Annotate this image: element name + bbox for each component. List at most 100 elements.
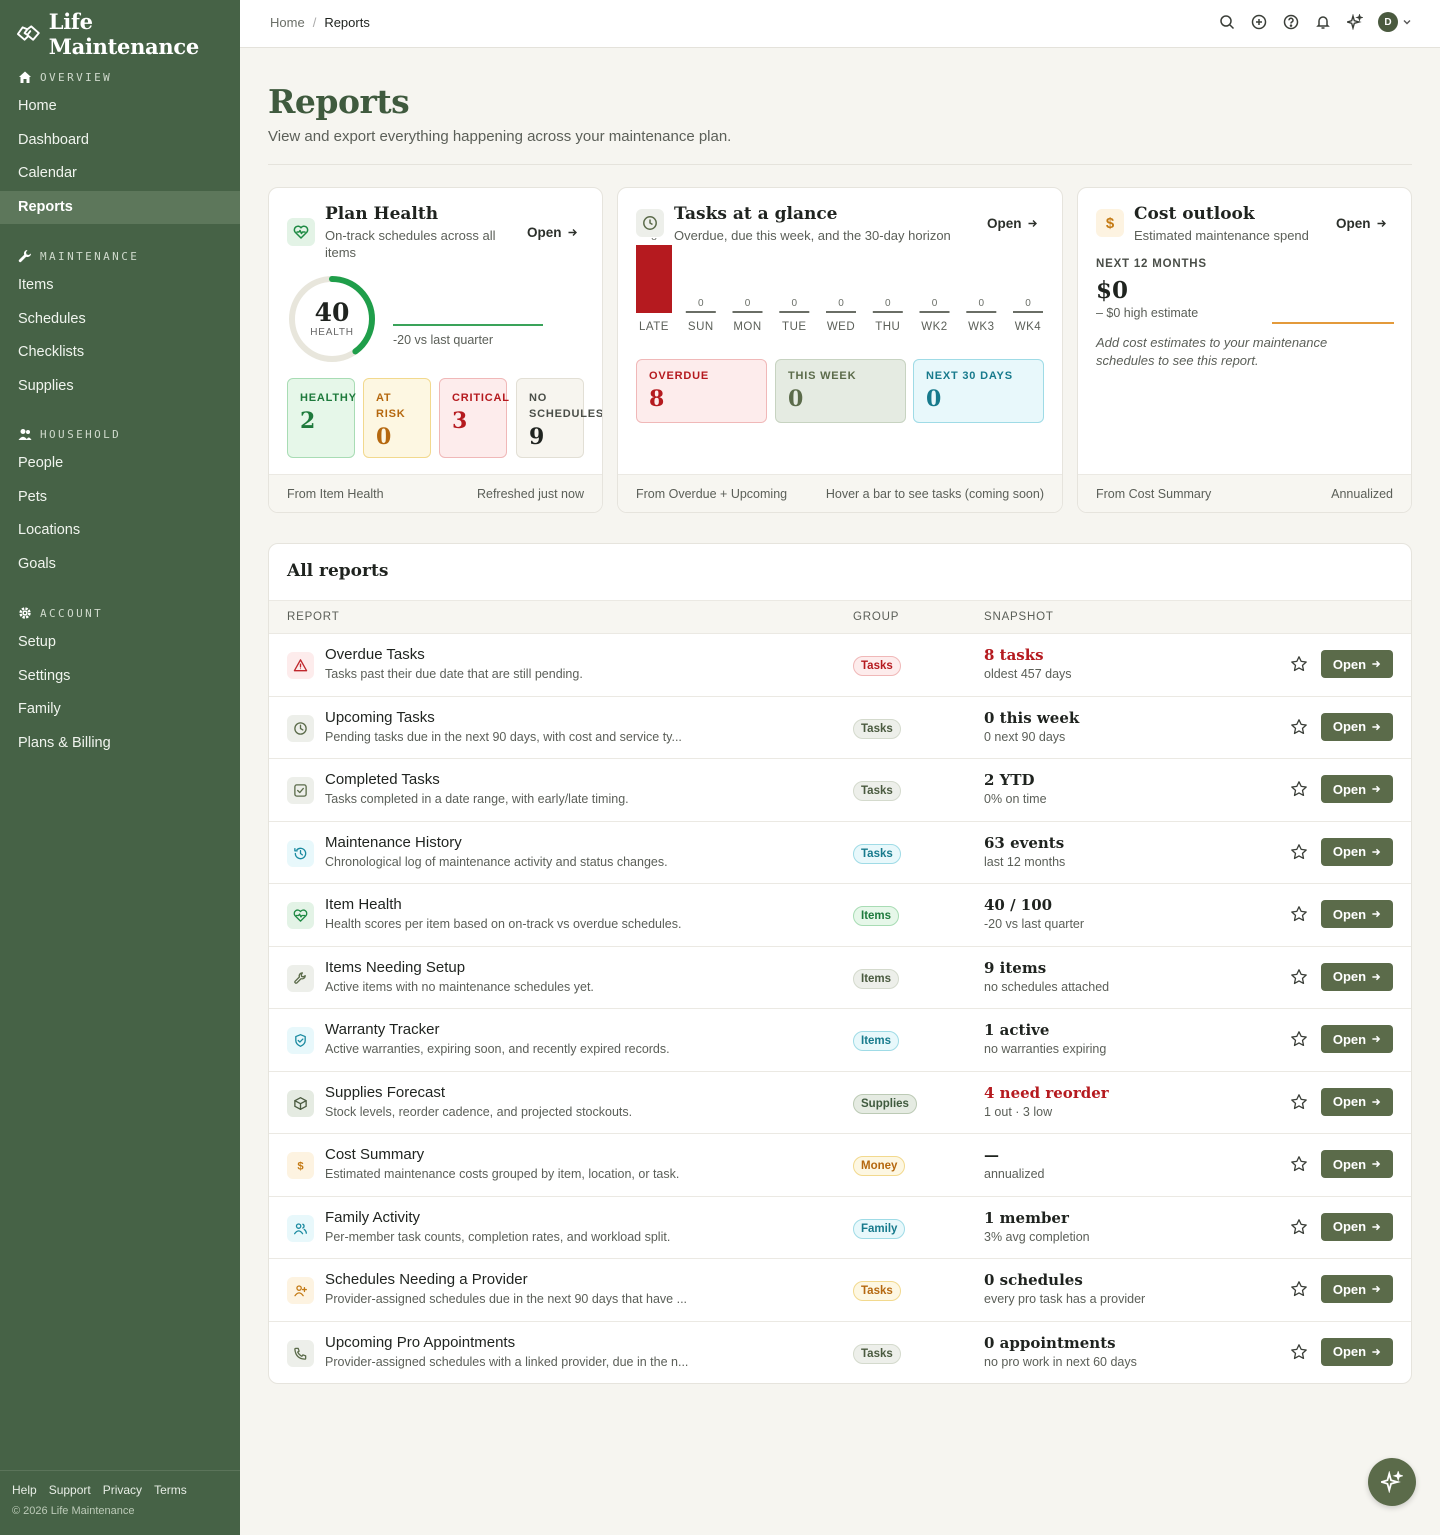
bar-wk2[interactable]: [919, 311, 950, 313]
table-row[interactable]: Overdue Tasks Tasks past their due date t…: [269, 634, 1411, 697]
favorite-star-icon[interactable]: [1290, 1280, 1308, 1298]
report-name[interactable]: Family Activity: [325, 1209, 420, 1226]
open-report-warranty-tracker-button[interactable]: Open: [1321, 1025, 1393, 1053]
favorite-star-icon[interactable]: [1290, 780, 1308, 798]
favorite-star-icon[interactable]: [1290, 843, 1308, 861]
bar-wk4[interactable]: [1013, 311, 1043, 313]
sidebar-item-goals[interactable]: Goals: [0, 548, 240, 582]
bar-tue[interactable]: [779, 311, 810, 313]
sidebar-item-calendar[interactable]: Calendar: [0, 157, 240, 191]
help-link[interactable]: Help: [12, 1483, 37, 1497]
user-menu[interactable]: D: [1378, 12, 1412, 32]
favorite-star-icon[interactable]: [1290, 718, 1308, 736]
table-row[interactable]: Warranty Tracker Active warranties, expir…: [269, 1009, 1411, 1072]
report-name[interactable]: Overdue Tasks: [325, 646, 425, 663]
table-row[interactable]: Maintenance History Chronological log of …: [269, 822, 1411, 884]
terms-link[interactable]: Terms: [154, 1483, 187, 1497]
sidebar-item-plans-billing[interactable]: Plans & Billing: [0, 727, 240, 761]
add-icon[interactable]: [1250, 13, 1268, 31]
privacy-link[interactable]: Privacy: [103, 1483, 142, 1497]
sidebar-item-supplies[interactable]: Supplies: [0, 370, 240, 404]
cost-outlook-open-button[interactable]: Open: [1336, 216, 1387, 231]
report-name[interactable]: Maintenance History: [325, 834, 462, 851]
table-row[interactable]: Completed Tasks Tasks completed in a date…: [269, 759, 1411, 822]
stat-no-schedules[interactable]: NO SCHEDULES 9: [516, 378, 602, 458]
bar-thu[interactable]: [872, 311, 903, 313]
report-name[interactable]: Items Needing Setup: [325, 959, 465, 976]
sidebar-item-items[interactable]: Items: [0, 269, 240, 303]
stat-at-risk[interactable]: AT RISK 0: [363, 378, 431, 458]
table-row[interactable]: Family Activity Per-member task counts, c…: [269, 1197, 1411, 1259]
report-name[interactable]: Upcoming Pro Appointments: [325, 1334, 515, 1351]
bucket-overdue[interactable]: OVERDUE 8: [636, 359, 767, 423]
sidebar-item-people[interactable]: People: [0, 447, 240, 481]
sidebar-item-settings[interactable]: Settings: [0, 660, 240, 694]
table-row[interactable]: Supplies Forecast Stock levels, reorder c…: [269, 1072, 1411, 1134]
open-report-item-health-button[interactable]: Open: [1321, 900, 1393, 928]
cost-note: Add cost estimates to your maintenance s…: [1096, 335, 1328, 368]
favorite-star-icon[interactable]: [1290, 968, 1308, 986]
brand[interactable]: Life Maintenance: [16, 9, 240, 59]
table-row[interactable]: $ Cost Summary Estimated maintenance costs…: [269, 1134, 1411, 1197]
bell-icon[interactable]: [1314, 13, 1332, 31]
bar-category-label: MON: [733, 321, 761, 333]
support-link[interactable]: Support: [49, 1483, 91, 1497]
sidebar-item-checklists[interactable]: Checklists: [0, 336, 240, 370]
report-name[interactable]: Upcoming Tasks: [325, 709, 435, 726]
open-report-supplies-forecast-button[interactable]: Open: [1321, 1087, 1393, 1116]
table-row[interactable]: Upcoming Tasks Pending tasks due in the n…: [269, 697, 1411, 759]
bar-mon[interactable]: [732, 311, 763, 313]
sidebar-item-locations[interactable]: Locations: [0, 514, 240, 548]
bar-wed[interactable]: [826, 311, 856, 313]
alert-icon: [287, 652, 314, 679]
help-icon[interactable]: [1282, 13, 1300, 31]
report-name[interactable]: Item Health: [325, 896, 402, 913]
sidebar-item-reports[interactable]: Reports: [0, 190, 240, 224]
report-name[interactable]: Completed Tasks: [325, 771, 440, 788]
open-report-overdue-tasks-button[interactable]: Open: [1321, 650, 1393, 678]
sidebar-item-setup[interactable]: Setup: [0, 626, 240, 660]
search-icon[interactable]: [1218, 13, 1236, 31]
open-report-family-activity-button[interactable]: Open: [1321, 1212, 1393, 1241]
report-name[interactable]: Supplies Forecast: [325, 1084, 445, 1101]
bar-wk3[interactable]: [966, 311, 997, 313]
sidebar-item-dashboard[interactable]: Dashboard: [0, 124, 240, 158]
sidebar-item-pets[interactable]: Pets: [0, 481, 240, 515]
table-row[interactable]: Schedules Needing a Provider Provider-ass…: [269, 1259, 1411, 1322]
report-name[interactable]: Warranty Tracker: [325, 1021, 439, 1038]
open-report-upcoming-tasks-button[interactable]: Open: [1321, 712, 1393, 741]
open-report-upcoming-pro-appointments-button[interactable]: Open: [1321, 1337, 1393, 1366]
copyright: © 2026 Life Maintenance: [12, 1505, 135, 1517]
favorite-star-icon[interactable]: [1290, 1093, 1308, 1111]
open-report-schedules-needing-a-provider-button[interactable]: Open: [1321, 1275, 1393, 1303]
sidebar-item-schedules[interactable]: Schedules: [0, 303, 240, 337]
favorite-star-icon[interactable]: [1290, 905, 1308, 923]
sidebar-item-home[interactable]: Home: [0, 90, 240, 124]
open-report-maintenance-history-button[interactable]: Open: [1321, 837, 1393, 866]
sidebar-item-family[interactable]: Family: [0, 693, 240, 727]
open-report-cost-summary-button[interactable]: Open: [1321, 1150, 1393, 1178]
bucket-this-week[interactable]: THIS WEEK 0: [775, 359, 906, 423]
assistant-fab-button[interactable]: [1368, 1458, 1416, 1506]
breadcrumb-home[interactable]: Home: [270, 15, 305, 30]
tasks-glance-open-button[interactable]: Open: [987, 216, 1038, 231]
favorite-star-icon[interactable]: [1290, 1343, 1308, 1361]
table-row[interactable]: Upcoming Pro Appointments Provider-assign…: [269, 1322, 1411, 1384]
favorite-star-icon[interactable]: [1290, 1218, 1308, 1236]
favorite-star-icon[interactable]: [1290, 1155, 1308, 1173]
report-name[interactable]: Cost Summary: [325, 1146, 424, 1163]
bucket-next-30-days[interactable]: NEXT 30 DAYS 0: [913, 359, 1044, 423]
favorite-star-icon[interactable]: [1290, 655, 1308, 673]
open-report-items-needing-setup-button[interactable]: Open: [1321, 962, 1393, 991]
open-report-completed-tasks-button[interactable]: Open: [1321, 775, 1393, 803]
table-row[interactable]: Item Health Health scores per item based …: [269, 884, 1411, 947]
sparkles-icon[interactable]: [1346, 13, 1364, 31]
plan-health-open-button[interactable]: Open: [527, 225, 578, 240]
bar-sun[interactable]: [685, 311, 716, 313]
favorite-star-icon[interactable]: [1290, 1030, 1308, 1048]
bar-late[interactable]: [636, 245, 672, 313]
stat-critical[interactable]: CRITICAL 3: [439, 378, 509, 458]
report-name[interactable]: Schedules Needing a Provider: [325, 1271, 528, 1288]
stat-healthy[interactable]: HEALTHY 2: [287, 378, 356, 458]
table-row[interactable]: Items Needing Setup Active items with no …: [269, 947, 1411, 1009]
